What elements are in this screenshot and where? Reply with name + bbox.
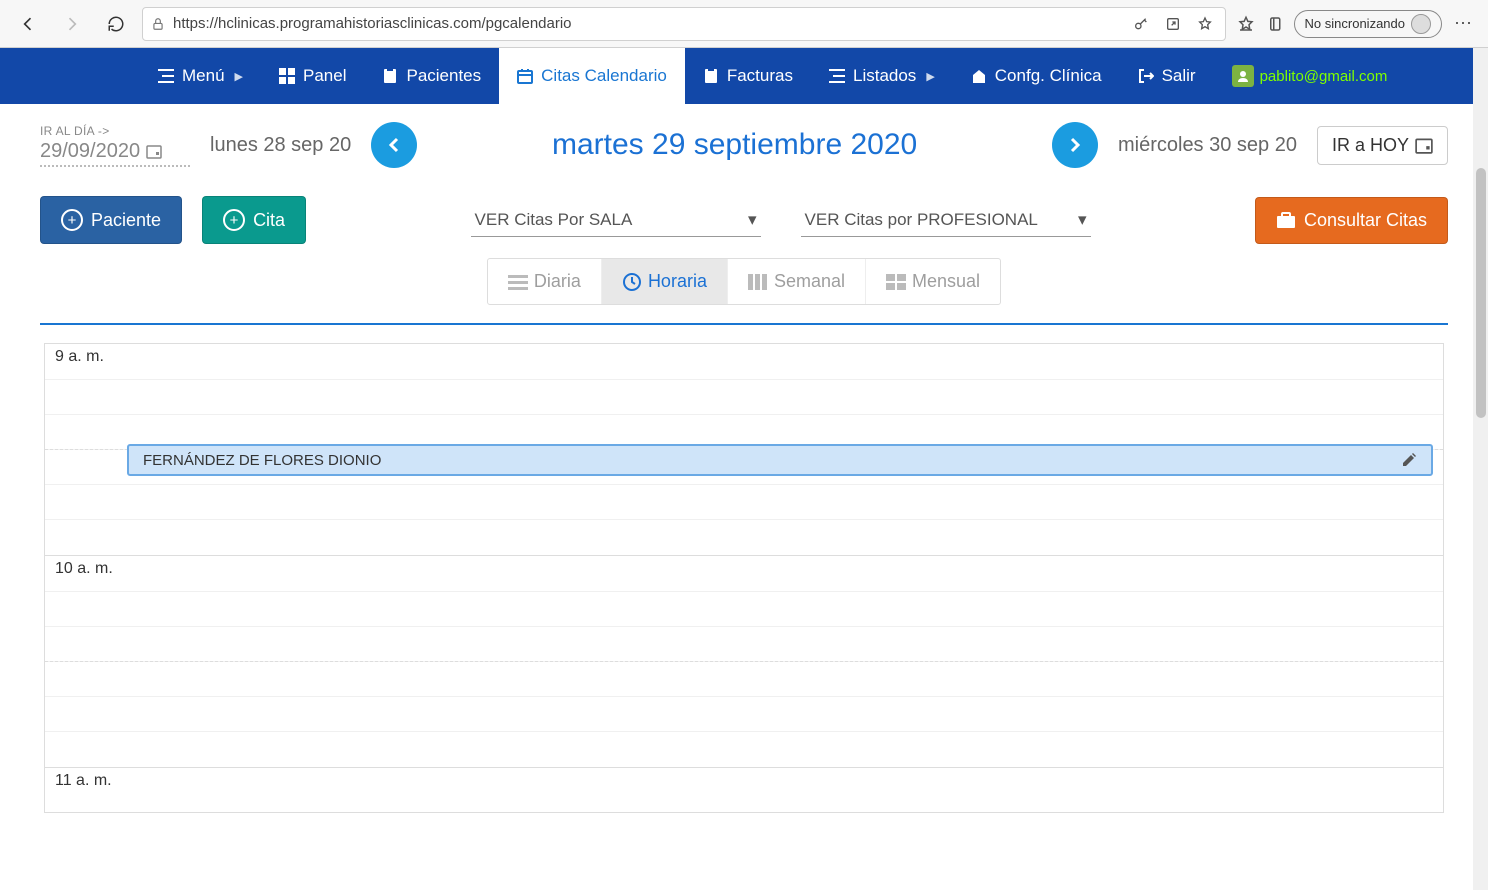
nav-salir-label: Salir bbox=[1162, 66, 1196, 86]
date-value: 29/09/2020 bbox=[40, 140, 140, 163]
nav-panel-label: Panel bbox=[303, 66, 346, 86]
refresh-button[interactable] bbox=[98, 6, 134, 42]
date-input[interactable]: 29/09/2020 bbox=[40, 140, 190, 167]
calendar-icon bbox=[146, 143, 162, 159]
hour-label: 9 a. m. bbox=[55, 348, 104, 366]
dropdown-sala-label: VER Citas Por SALA bbox=[475, 210, 633, 230]
next-day-label: miércoles 30 sep 20 bbox=[1118, 134, 1297, 157]
more-menu[interactable]: ⋯ bbox=[1448, 13, 1478, 34]
tab-mensual[interactable]: Mensual bbox=[866, 259, 1000, 304]
url-text: https://hclinicas.programahistoriasclini… bbox=[173, 15, 1121, 32]
nav-menu[interactable]: Menú ▶ bbox=[140, 48, 261, 104]
go-to-day-widget[interactable]: IR AL DÍA -> 29/09/2020 bbox=[40, 124, 190, 167]
collections-icon[interactable] bbox=[1264, 12, 1288, 36]
plus-icon: + bbox=[61, 209, 83, 231]
nav-facturas-label: Facturas bbox=[727, 66, 793, 86]
view-tabs: Diaria Horaria Semanal Mensual bbox=[487, 258, 1001, 305]
nav-listados-label: Listados bbox=[853, 66, 916, 86]
prev-day-label: lunes 28 sep 20 bbox=[210, 134, 351, 157]
user-badge[interactable]: pablito@gmail.com bbox=[1214, 48, 1406, 104]
action-row: + Paciente + Cita VER Citas Por SALA ▾ V… bbox=[40, 196, 1448, 244]
appointment-item[interactable]: FERNÁNDEZ DE FLORES DIONIO bbox=[127, 444, 1433, 476]
address-bar[interactable]: https://hclinicas.programahistoriasclini… bbox=[142, 7, 1226, 41]
calendar-body[interactable]: 9 a. m. FERNÁNDEZ DE FLORES DIONIO 10 a.… bbox=[44, 343, 1444, 813]
go-to-day-label: IR AL DÍA -> bbox=[40, 124, 190, 138]
tab-semanal-label: Semanal bbox=[774, 271, 845, 292]
hour-label: 10 a. m. bbox=[55, 560, 113, 578]
open-external-icon[interactable] bbox=[1161, 12, 1185, 36]
clock-icon bbox=[622, 272, 642, 292]
hour-slot-9[interactable]: 9 a. m. FERNÁNDEZ DE FLORES DIONIO bbox=[45, 344, 1443, 556]
user-email: pablito@gmail.com bbox=[1260, 68, 1388, 85]
main-nav: Menú ▶ Panel Pacientes Citas Calendario … bbox=[0, 48, 1488, 104]
dropdown-profesional[interactable]: VER Citas por PROFESIONAL ▾ bbox=[801, 204, 1091, 237]
content-area: IR AL DÍA -> 29/09/2020 lunes 28 sep 20 … bbox=[0, 104, 1488, 813]
consultar-label: Consultar Citas bbox=[1304, 210, 1427, 231]
today-label: IR a HOY bbox=[1332, 135, 1409, 156]
go-to-today-button[interactable]: IR a HOY bbox=[1317, 126, 1448, 165]
consultar-citas-button[interactable]: Consultar Citas bbox=[1255, 197, 1448, 244]
plus-icon: + bbox=[223, 209, 245, 231]
add-cita-button[interactable]: + Cita bbox=[202, 196, 306, 244]
nav-salir[interactable]: Salir bbox=[1120, 48, 1214, 104]
tab-horaria-label: Horaria bbox=[648, 271, 707, 292]
nav-citas-label: Citas Calendario bbox=[541, 66, 667, 86]
tab-semanal[interactable]: Semanal bbox=[728, 259, 866, 304]
nav-listados[interactable]: Listados ▶ bbox=[811, 48, 953, 104]
nav-citas-calendario[interactable]: Citas Calendario bbox=[499, 48, 685, 104]
columns-icon bbox=[748, 274, 768, 290]
key-icon[interactable] bbox=[1129, 12, 1153, 36]
chevron-right-icon: ▶ bbox=[235, 70, 243, 83]
sync-label: No sincronizando bbox=[1305, 16, 1405, 31]
hour-label: 11 a. m. bbox=[55, 772, 112, 790]
hour-slot-11[interactable]: 11 a. m. bbox=[45, 768, 1443, 813]
hour-slot-10[interactable]: 10 a. m. bbox=[45, 556, 1443, 768]
nav-config-clinica[interactable]: Confg. Clínica bbox=[953, 48, 1120, 104]
add-paciente-button[interactable]: + Paciente bbox=[40, 196, 182, 244]
nav-pacientes-label: Pacientes bbox=[406, 66, 481, 86]
tab-diaria[interactable]: Diaria bbox=[488, 259, 602, 304]
chevron-down-icon: ▾ bbox=[748, 210, 757, 230]
nav-menu-label: Menú bbox=[182, 66, 225, 86]
date-navigation-row: IR AL DÍA -> 29/09/2020 lunes 28 sep 20 … bbox=[40, 122, 1448, 168]
chrome-right-controls: No sincronizando ⋯ bbox=[1234, 10, 1478, 38]
tab-horaria[interactable]: Horaria bbox=[602, 259, 728, 304]
chevron-down-icon: ▾ bbox=[1078, 210, 1087, 230]
nav-config-label: Confg. Clínica bbox=[995, 66, 1102, 86]
tab-diaria-label: Diaria bbox=[534, 271, 581, 292]
current-date: martes 29 septiembre 2020 bbox=[437, 128, 1032, 162]
nav-facturas[interactable]: Facturas bbox=[685, 48, 811, 104]
back-button[interactable] bbox=[10, 6, 46, 42]
appointment-patient-name: FERNÁNDEZ DE FLORES DIONIO bbox=[143, 452, 381, 469]
star-icon[interactable] bbox=[1193, 12, 1217, 36]
tab-mensual-label: Mensual bbox=[912, 271, 980, 292]
favorites-icon[interactable] bbox=[1234, 12, 1258, 36]
sync-status[interactable]: No sincronizando bbox=[1294, 10, 1442, 38]
next-day-button[interactable] bbox=[1052, 122, 1098, 168]
prev-day-button[interactable] bbox=[371, 122, 417, 168]
chevron-right-icon: ▶ bbox=[926, 70, 934, 83]
lock-icon bbox=[151, 17, 165, 31]
nav-panel[interactable]: Panel bbox=[261, 48, 364, 104]
calendar-today-icon bbox=[1415, 136, 1433, 154]
briefcase-icon bbox=[1276, 211, 1296, 229]
browser-chrome: https://hclinicas.programahistoriasclini… bbox=[0, 0, 1488, 48]
pencil-icon[interactable] bbox=[1401, 452, 1417, 468]
filter-dropdowns: VER Citas Por SALA ▾ VER Citas por PROFE… bbox=[326, 204, 1235, 237]
forward-button[interactable] bbox=[54, 6, 90, 42]
dropdown-sala[interactable]: VER Citas Por SALA ▾ bbox=[471, 204, 761, 237]
nav-pacientes[interactable]: Pacientes bbox=[364, 48, 499, 104]
list-icon bbox=[508, 274, 528, 290]
cita-label: Cita bbox=[253, 210, 285, 231]
user-icon bbox=[1232, 65, 1254, 87]
avatar-icon bbox=[1411, 14, 1431, 34]
paciente-label: Paciente bbox=[91, 210, 161, 231]
dropdown-prof-label: VER Citas por PROFESIONAL bbox=[805, 210, 1038, 230]
calendar-area: 9 a. m. FERNÁNDEZ DE FLORES DIONIO 10 a.… bbox=[40, 323, 1448, 813]
grid-icon bbox=[886, 274, 906, 290]
